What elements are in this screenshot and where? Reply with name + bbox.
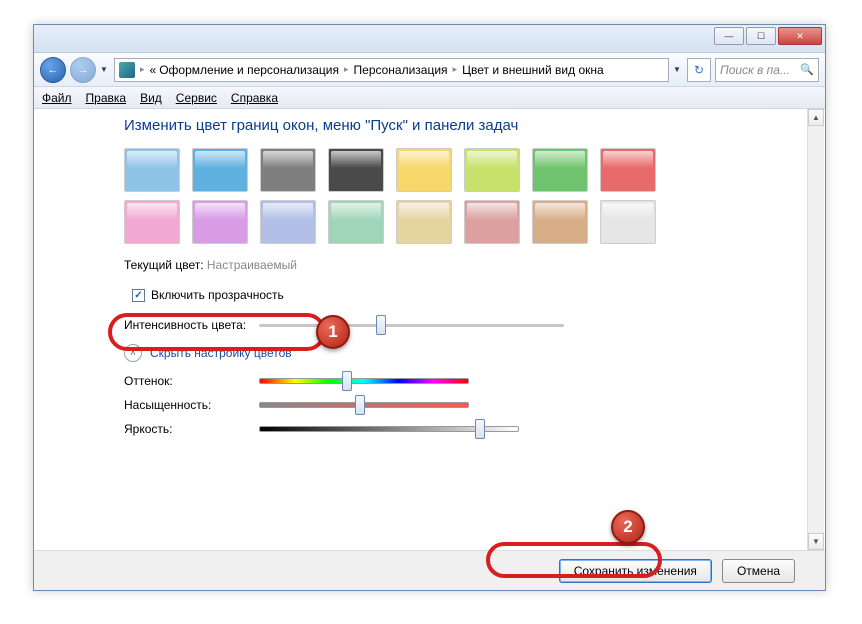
menu-help[interactable]: Справка: [231, 91, 278, 105]
scrollbar[interactable]: ▲ ▼: [807, 109, 824, 550]
intensity-slider-row: Интенсивность цвета:: [124, 318, 795, 332]
color-swatch[interactable]: [328, 148, 384, 192]
search-icon: 🔍: [800, 63, 814, 76]
slider-thumb[interactable]: [355, 395, 365, 415]
breadcrumb-item[interactable]: Оформление и персонализация: [159, 63, 339, 77]
footer: Сохранить изменения Отмена: [34, 550, 825, 590]
color-swatch[interactable]: [532, 200, 588, 244]
breadcrumb-prefix: «: [150, 63, 157, 77]
color-swatch[interactable]: [600, 148, 656, 192]
breadcrumb[interactable]: ▸ « Оформление и персонализация ▸ Персон…: [114, 58, 669, 82]
brightness-slider-row: Яркость:: [124, 422, 795, 436]
color-swatch[interactable]: [260, 148, 316, 192]
page-title: Изменить цвет границ окон, меню "Пуск" и…: [124, 117, 795, 134]
color-swatch[interactable]: [124, 200, 180, 244]
history-dropdown-icon[interactable]: ▼: [100, 65, 110, 74]
chevron-up-icon: ˄: [124, 344, 142, 362]
transparency-label: Включить прозрачность: [151, 288, 284, 302]
color-swatch[interactable]: [192, 148, 248, 192]
annotation-2-badge: 2: [611, 510, 645, 544]
expander-label: Скрыть настройку цветов: [150, 346, 292, 360]
color-swatch[interactable]: [396, 200, 452, 244]
content: ▲ ▼ Изменить цвет границ окон, меню "Пус…: [34, 109, 825, 550]
breadcrumb-dropdown-icon[interactable]: ▼: [673, 65, 683, 74]
brightness-label: Яркость:: [124, 422, 249, 436]
search-placeholder: Поиск в па...: [720, 63, 790, 77]
search-input[interactable]: Поиск в па... 🔍: [715, 58, 819, 82]
slider-thumb[interactable]: [475, 419, 485, 439]
chevron-icon: ▸: [451, 64, 460, 75]
save-button[interactable]: Сохранить изменения: [559, 559, 712, 583]
color-swatch[interactable]: [464, 148, 520, 192]
menu-view[interactable]: Вид: [140, 91, 162, 105]
cancel-button[interactable]: Отмена: [722, 559, 795, 583]
forward-button[interactable]: →: [70, 57, 96, 83]
minimize-button[interactable]: —: [714, 27, 744, 45]
saturation-slider[interactable]: [259, 398, 469, 412]
menu-tools[interactable]: Сервис: [176, 91, 217, 105]
annotation-1-badge: 1: [316, 315, 350, 349]
hue-slider-row: Оттенок:: [124, 374, 795, 388]
color-swatch[interactable]: [192, 200, 248, 244]
chevron-icon: ▸: [138, 64, 147, 75]
saturation-label: Насыщенность:: [124, 398, 249, 412]
breadcrumb-item[interactable]: Персонализация: [354, 63, 448, 77]
color-swatch[interactable]: [464, 200, 520, 244]
hue-label: Оттенок:: [124, 374, 249, 388]
window: — ☐ ✕ ← → ▼ ▸ « Оформление и персонализа…: [33, 24, 826, 591]
slider-thumb[interactable]: [376, 315, 386, 335]
back-button[interactable]: ←: [40, 57, 66, 83]
color-swatch[interactable]: [600, 200, 656, 244]
scroll-up-icon[interactable]: ▲: [808, 109, 824, 126]
color-swatch[interactable]: [396, 148, 452, 192]
menu-edit[interactable]: Правка: [86, 91, 127, 105]
color-swatch[interactable]: [124, 148, 180, 192]
slider-thumb[interactable]: [342, 371, 352, 391]
close-button[interactable]: ✕: [778, 27, 822, 45]
menubar: Файл Правка Вид Сервис Справка: [34, 87, 825, 109]
color-swatch[interactable]: [532, 148, 588, 192]
scroll-down-icon[interactable]: ▼: [808, 533, 824, 550]
hide-color-settings-toggle[interactable]: ˄ Скрыть настройку цветов: [124, 344, 795, 362]
chevron-icon: ▸: [342, 64, 351, 75]
current-color-line: Текущий цвет: Настраиваемый: [124, 258, 795, 272]
titlebar: — ☐ ✕: [34, 25, 825, 53]
breadcrumb-item[interactable]: Цвет и внешний вид окна: [462, 63, 604, 77]
transparency-checkbox-row[interactable]: ✓ Включить прозрачность: [124, 282, 795, 308]
saturation-slider-row: Насыщенность:: [124, 398, 795, 412]
current-color-value: Настраиваемый: [207, 258, 297, 272]
intensity-slider[interactable]: [259, 318, 564, 332]
maximize-button[interactable]: ☐: [746, 27, 776, 45]
navbar: ← → ▼ ▸ « Оформление и персонализация ▸ …: [34, 53, 825, 87]
intensity-label: Интенсивность цвета:: [124, 318, 249, 332]
color-swatch[interactable]: [260, 200, 316, 244]
refresh-button[interactable]: ↻: [687, 58, 711, 82]
color-swatch[interactable]: [328, 200, 384, 244]
hue-slider[interactable]: [259, 374, 469, 388]
menu-file[interactable]: Файл: [42, 91, 72, 105]
checkbox-icon[interactable]: ✓: [132, 289, 145, 302]
current-color-label: Текущий цвет:: [124, 258, 204, 272]
brightness-slider[interactable]: [259, 422, 519, 436]
color-swatches: [124, 148, 795, 244]
location-icon: [119, 62, 135, 78]
